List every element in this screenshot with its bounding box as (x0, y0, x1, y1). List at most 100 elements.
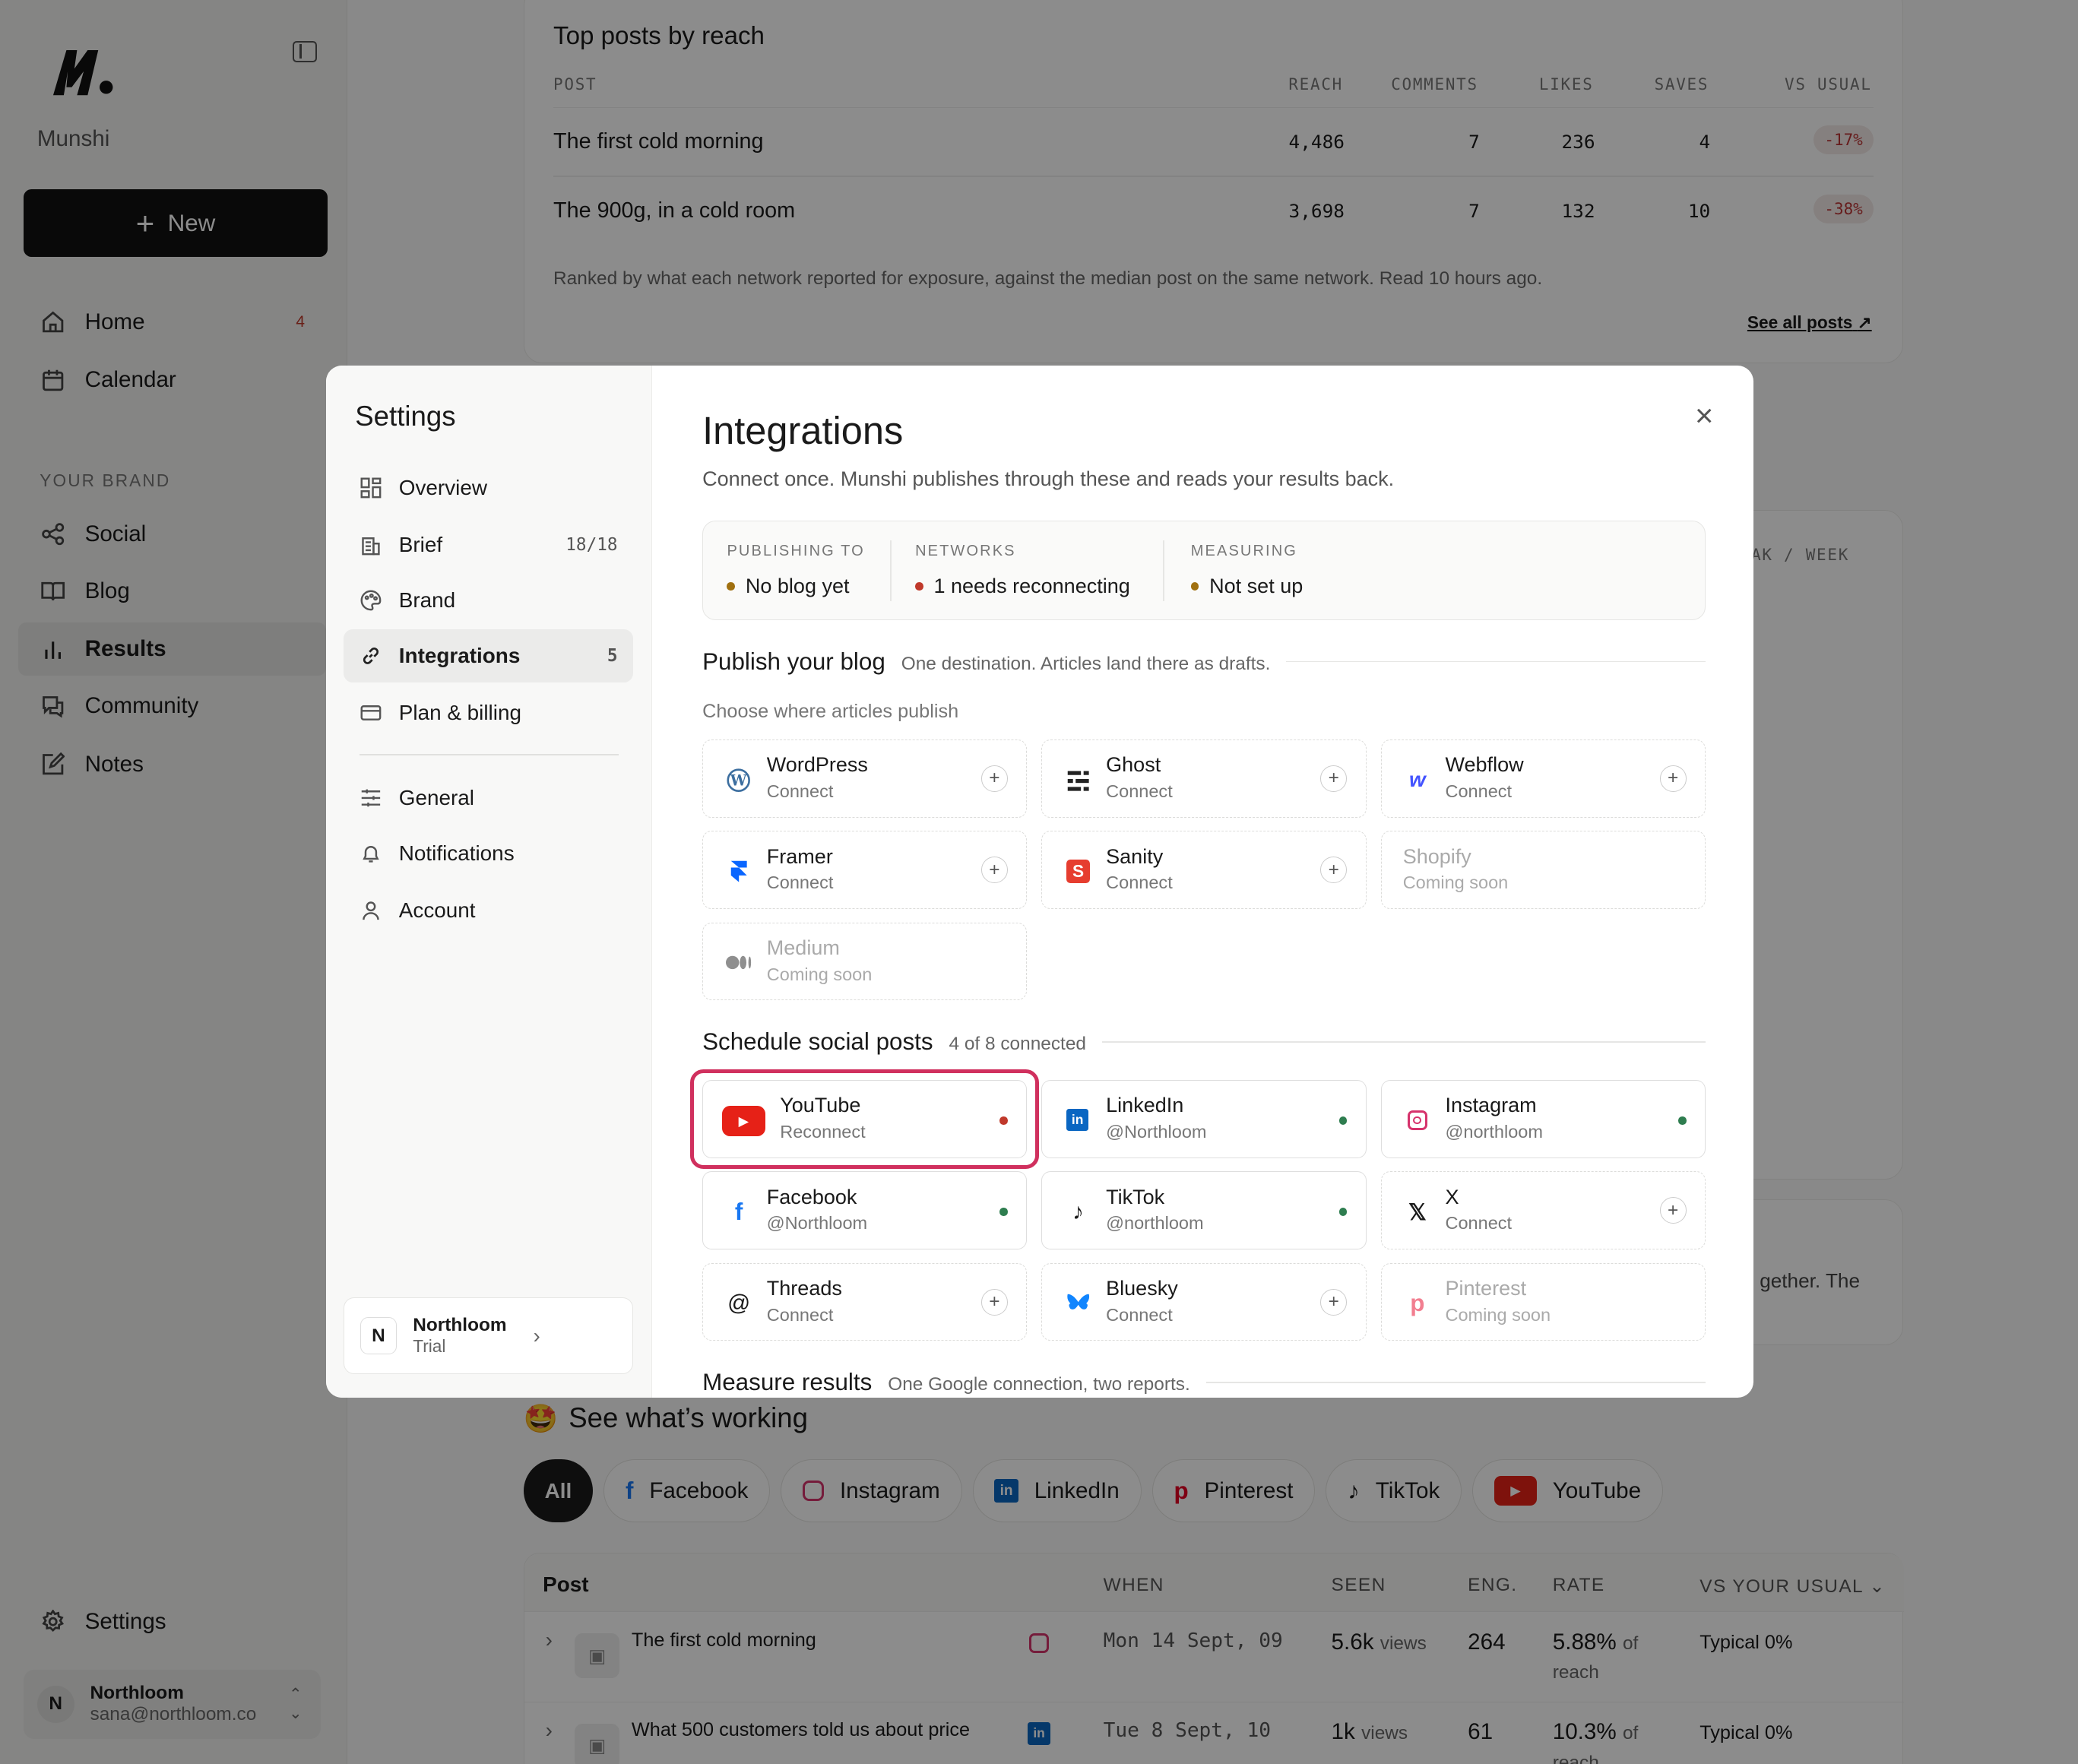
tile-status: Coming soon (766, 964, 873, 984)
status-value: 1 needs reconnecting (933, 574, 1130, 597)
section-title: Publish your blog (702, 648, 885, 675)
tile-status: Connect (766, 781, 834, 801)
tile-name: LinkedIn (1106, 1094, 1184, 1117)
tile-status: Connect (1445, 781, 1513, 801)
tile-name: Instagram (1445, 1094, 1537, 1117)
svg-text:W: W (730, 771, 747, 789)
tile-name: Framer (766, 844, 833, 868)
settings-modal: Settings Overview Brief 18/18 Brand Integ… (325, 366, 1753, 1398)
plus-icon[interactable]: + (1659, 765, 1687, 792)
tile-facebook[interactable]: f Facebook @Northloom (702, 1171, 1028, 1250)
integrations-panel: Integrations Connect once. Munshi publis… (702, 366, 1706, 1398)
plus-icon[interactable]: + (981, 765, 1008, 792)
x-icon: 𝕏 (1408, 1199, 1427, 1225)
ghost-icon (1063, 765, 1092, 794)
tile-linkedin[interactable]: in LinkedIn @Northloom (1041, 1080, 1367, 1158)
instagram-icon (1403, 1106, 1432, 1135)
tile-status: Connect (766, 1304, 834, 1325)
settings-nav-label: Overview (398, 475, 487, 499)
tile-pinterest: p Pinterest Coming soon (1380, 1262, 1706, 1341)
sanity-icon: S (1066, 859, 1091, 884)
choose-label: Choose where articles publish (702, 701, 959, 723)
tile-status: Connect (1106, 1304, 1173, 1325)
settings-sidebar: Settings Overview Brief 18/18 Brand Integ… (325, 366, 652, 1398)
tile-status: @Northloom (766, 1213, 868, 1234)
settings-nav-overview[interactable]: Overview (344, 461, 634, 515)
tile-name: Pinterest (1445, 1277, 1527, 1300)
status-dot (1338, 1116, 1348, 1125)
tile-name: TikTok (1106, 1185, 1165, 1208)
integrations-count: 5 (607, 646, 618, 667)
integrations-subtitle: Connect once. Munshi publishes through t… (702, 467, 1395, 491)
plus-icon[interactable]: + (981, 1288, 1008, 1316)
tile-name: Facebook (766, 1185, 857, 1208)
section-title: Schedule social posts (702, 1028, 933, 1056)
threads-icon: @ (727, 1290, 751, 1316)
tile-x[interactable]: 𝕏 X Connect + (1380, 1171, 1706, 1250)
settings-nav-label: Notifications (398, 841, 515, 865)
section-hint: 4 of 8 connected (949, 1034, 1086, 1055)
tile-name: Bluesky (1106, 1277, 1178, 1300)
tile-tiktok[interactable]: ♪ TikTok @northloom (1041, 1171, 1367, 1250)
bluesky-icon (1063, 1289, 1092, 1318)
plus-icon[interactable]: + (981, 857, 1008, 884)
sliders-icon (360, 786, 383, 809)
tile-status: Coming soon (1402, 872, 1509, 893)
plus-icon[interactable]: + (1320, 857, 1348, 884)
tile-webflow[interactable]: w Webflow Connect + (1380, 739, 1706, 818)
org-plan: Trial (413, 1336, 446, 1357)
tile-ghost[interactable]: Ghost Connect + (1041, 739, 1367, 818)
status-dot (727, 582, 735, 591)
tile-bluesky[interactable]: Bluesky Connect + (1041, 1262, 1367, 1341)
tile-threads[interactable]: @ Threads Connect + (702, 1262, 1028, 1341)
status-label: MEASURING (1190, 543, 1297, 560)
tile-status: @northloom (1445, 1122, 1543, 1142)
status-value: No blog yet (745, 574, 850, 597)
blog-section-header: Publish your blog One destination. Articl… (702, 648, 1706, 676)
status-dot (1678, 1116, 1687, 1125)
org-switcher[interactable]: N Northloom Trial › (343, 1297, 634, 1375)
tile-sanity[interactable]: S Sanity Connect + (1041, 831, 1367, 910)
plus-icon[interactable]: + (1659, 1197, 1687, 1224)
settings-nav-notifications[interactable]: Notifications (344, 827, 634, 880)
tile-instagram[interactable]: Instagram @northloom (1380, 1080, 1706, 1158)
tile-framer[interactable]: Framer Connect + (702, 831, 1028, 910)
tile-name: WordPress (766, 753, 868, 777)
tiktok-icon: ♪ (1072, 1199, 1084, 1224)
tile-name: Shopify (1402, 844, 1471, 868)
wordpress-icon: W (724, 765, 753, 794)
bell-icon (360, 841, 383, 865)
medium-icon (724, 949, 753, 977)
framer-icon (724, 857, 753, 885)
settings-nav-account[interactable]: Account (344, 884, 634, 937)
settings-nav-plan-billing[interactable]: Plan & billing (344, 686, 634, 739)
tile-wordpress[interactable]: W WordPress Connect + (702, 739, 1028, 818)
status-label: NETWORKS (915, 543, 1016, 560)
org-name: Northloom (413, 1315, 507, 1336)
settings-nav-brand[interactable]: Brand (344, 574, 634, 627)
pinterest-icon: p (1410, 1289, 1425, 1316)
plus-icon[interactable]: + (1320, 765, 1348, 792)
status-label: PUBLISHING TO (727, 543, 865, 560)
status-dot (1338, 1208, 1348, 1216)
tile-name: Ghost (1106, 753, 1161, 777)
tile-name: Webflow (1445, 753, 1524, 777)
tile-name: Threads (766, 1277, 842, 1300)
settings-nav-label: Brand (398, 587, 456, 612)
tile-status: Connect (1106, 872, 1173, 893)
settings-nav-general[interactable]: General (344, 771, 634, 825)
settings-divider (359, 754, 619, 755)
settings-nav-brief[interactable]: Brief 18/18 (344, 518, 634, 572)
chevron-right-icon: › (533, 1323, 540, 1348)
plus-icon[interactable]: + (1320, 1288, 1348, 1316)
integrations-title: Integrations (702, 409, 904, 452)
tile-shopify: Shopify Coming soon (1380, 831, 1706, 910)
tile-status: @northloom (1106, 1213, 1204, 1234)
facebook-icon: f (734, 1198, 743, 1225)
settings-nav-integrations[interactable]: Integrations 5 (343, 629, 634, 682)
tile-status: @Northloom (1106, 1122, 1207, 1142)
link-icon (360, 644, 383, 667)
settings-nav-label: Integrations (398, 644, 521, 668)
section-title: Measure results (702, 1369, 873, 1396)
grid-icon (360, 476, 383, 499)
